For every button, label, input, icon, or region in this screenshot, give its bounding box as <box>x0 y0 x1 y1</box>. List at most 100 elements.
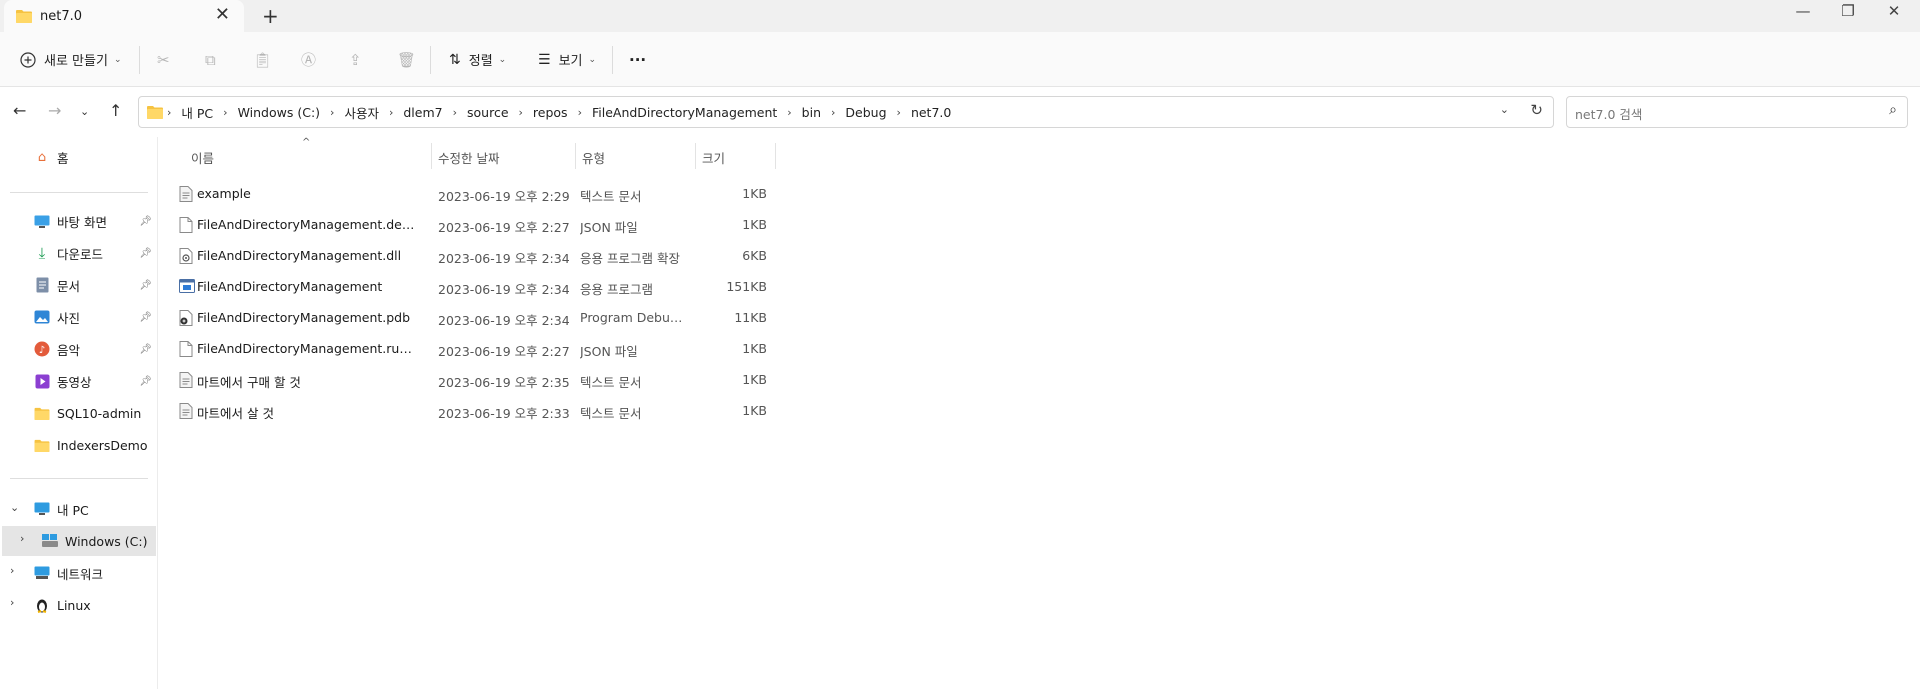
maximize-button[interactable]: ❐ <box>1828 2 1868 28</box>
chevron-down-icon: ⌄ <box>113 54 122 65</box>
sidebar-item-home[interactable]: ⌂ 홈 <box>0 142 158 172</box>
sidebar-item-music[interactable]: ♪ 음악 📌︎ <box>0 334 158 364</box>
breadcrumb-debug[interactable]: Debug <box>839 105 892 120</box>
sidebar-item-label: 네트워크 <box>57 566 104 582</box>
sidebar-item-this-pc[interactable]: ⌄ 내 PC <box>0 494 158 524</box>
file-name[interactable]: FileAndDirectoryManagement <box>197 279 417 294</box>
pin-icon[interactable]: 📌︎ <box>139 344 152 355</box>
breadcrumb-separator-icon[interactable]: › <box>574 106 586 119</box>
breadcrumb-separator-icon: › <box>167 105 172 119</box>
table-row[interactable]: FileAndDirectoryManagement.pdb 2023-06-19… <box>175 303 935 333</box>
copy-icon[interactable]: ⧉ <box>205 32 216 87</box>
sidebar-item-network[interactable]: › 네트워크 <box>0 558 158 588</box>
share-icon[interactable]: ⇪ <box>349 32 362 87</box>
new-button[interactable]: 새로 만들기 ⌄ <box>20 32 121 87</box>
column-divider[interactable] <box>575 143 576 169</box>
file-name[interactable]: 마트에서 살 것 <box>197 403 417 422</box>
delete-icon[interactable]: 🗑︎ <box>397 32 416 87</box>
breadcrumb-user[interactable]: dlem7 <box>397 105 448 120</box>
column-header-size[interactable]: 크기 <box>702 145 772 169</box>
music-icon: ♪ <box>34 341 50 357</box>
table-row[interactable]: 마트에서 살 것 2023-06-19 오후 2:33 텍스트 문서 1KB <box>175 396 935 426</box>
breadcrumb-separator-icon[interactable]: › <box>893 106 905 119</box>
breadcrumb-separator-icon[interactable]: › <box>783 106 795 119</box>
file-name[interactable]: 마트에서 구매 할 것 <box>197 372 417 391</box>
chevron-down-icon[interactable]: ⌄ <box>10 501 19 514</box>
recent-locations-chevron-icon[interactable]: ⌄ <box>80 105 89 118</box>
pin-icon[interactable]: 📌︎ <box>139 216 152 227</box>
breadcrumb-repos[interactable]: repos <box>527 105 574 120</box>
forward-arrow-icon[interactable]: → <box>48 101 61 120</box>
close-window-button[interactable]: ✕ <box>1874 2 1914 28</box>
refresh-icon[interactable]: ↻ <box>1530 101 1543 119</box>
column-header-modified[interactable]: 수정한 날짜 <box>438 145 568 169</box>
table-row[interactable]: FileAndDirectoryManagement.dll 2023-06-19… <box>175 241 935 271</box>
search-icon[interactable]: ⌕ <box>1889 102 1897 118</box>
table-row[interactable]: 마트에서 구매 할 것 2023-06-19 오후 2:35 텍스트 문서 1KB <box>175 365 935 395</box>
pin-icon[interactable]: 📌︎ <box>139 376 152 387</box>
column-header-type[interactable]: 유형 <box>582 145 692 169</box>
breadcrumb-this-pc[interactable]: 내 PC <box>175 103 219 122</box>
column-header-label: 수정한 날짜 <box>438 150 500 166</box>
breadcrumb-drive[interactable]: Windows (C:) <box>232 105 326 120</box>
table-row[interactable]: FileAndDirectoryManagement 2023-06-19 오후 … <box>175 272 935 302</box>
paste-icon[interactable]: 📋︎ <box>253 32 272 87</box>
address-history-chevron-icon[interactable]: ⌄ <box>1500 103 1509 116</box>
sidebar-item-downloads[interactable]: ⤓ 다운로드 📌︎ <box>0 238 158 268</box>
breadcrumb-separator-icon[interactable]: › <box>827 106 839 119</box>
column-header-name[interactable]: 이름 <box>191 145 431 169</box>
more-options-icon[interactable]: ··· <box>629 32 646 87</box>
breadcrumb-separator-icon[interactable]: › <box>326 106 338 119</box>
pin-icon[interactable]: 📌︎ <box>139 280 152 291</box>
sidebar-item-videos[interactable]: 동영상 📌︎ <box>0 366 158 396</box>
minimize-button[interactable]: — <box>1783 2 1823 28</box>
sidebar-item-indexersdemo[interactable]: IndexersDemo <box>0 430 158 460</box>
sidebar-item-windows-c[interactable]: › Windows (C:) <box>2 526 156 556</box>
tab-net7[interactable]: net7.0 ✕ <box>4 0 244 32</box>
new-tab-button[interactable]: + <box>262 4 279 28</box>
sidebar-item-label: 내 PC <box>57 502 89 518</box>
file-size: 1KB <box>742 403 767 418</box>
view-button[interactable]: ☰ 보기 ⌄ <box>538 32 596 87</box>
cut-icon[interactable]: ✂ <box>157 32 170 87</box>
chevron-right-icon[interactable]: › <box>20 532 24 545</box>
breadcrumb-separator-icon[interactable]: › <box>449 106 461 119</box>
breadcrumb-separator-icon[interactable]: › <box>515 106 527 119</box>
table-row[interactable]: example 2023-06-19 오후 2:29 텍스트 문서 1KB <box>175 179 935 209</box>
sidebar-item-pictures[interactable]: 사진 📌︎ <box>0 302 158 332</box>
pin-icon[interactable]: 📌︎ <box>139 312 152 323</box>
address-bar[interactable]: › 내 PC › Windows (C:) › 사용자 › dlem7 › so… <box>138 96 1554 128</box>
sort-button[interactable]: ⇅ 정렬 ⌄ <box>449 32 506 87</box>
breadcrumb-project[interactable]: FileAndDirectoryManagement <box>586 105 783 120</box>
breadcrumb-users[interactable]: 사용자 <box>338 103 385 122</box>
table-row[interactable]: FileAndDirectoryManagement.deps.json 2023… <box>175 210 935 240</box>
breadcrumb-separator-icon[interactable]: › <box>385 106 397 119</box>
chevron-right-icon[interactable]: › <box>10 596 14 609</box>
chevron-right-icon[interactable]: › <box>10 564 14 577</box>
table-row[interactable]: FileAndDirectoryManagement.runtimec... 20… <box>175 334 935 364</box>
sidebar-item-linux[interactable]: › Linux <box>0 590 158 620</box>
file-name[interactable]: FileAndDirectoryManagement.deps.json <box>197 217 417 232</box>
column-divider[interactable] <box>775 143 776 169</box>
file-name[interactable]: FileAndDirectoryManagement.runtimec... <box>197 341 417 356</box>
file-name[interactable]: example <box>197 186 417 201</box>
column-divider[interactable] <box>695 143 696 169</box>
breadcrumb-bin[interactable]: bin <box>796 105 827 120</box>
close-tab-icon[interactable]: ✕ <box>215 6 230 24</box>
search-box[interactable]: net7.0 검색 ⌕ <box>1566 96 1908 128</box>
back-arrow-icon[interactable]: ← <box>13 101 26 120</box>
column-divider[interactable] <box>431 143 432 169</box>
pdb-file-icon <box>179 310 193 326</box>
breadcrumb-source[interactable]: source <box>461 105 515 120</box>
breadcrumb-current[interactable]: net7.0 <box>905 105 957 120</box>
sidebar-item-desktop[interactable]: 바탕 화면 📌︎ <box>0 206 158 236</box>
sidebar-item-sql10-admin[interactable]: SQL10-admin <box>0 398 158 428</box>
breadcrumb-separator-icon[interactable]: › <box>219 106 231 119</box>
file-name[interactable]: FileAndDirectoryManagement.dll <box>197 248 417 263</box>
rename-icon[interactable]: Ⓐ <box>301 32 316 87</box>
pin-icon[interactable]: 📌︎ <box>139 248 152 259</box>
search-input[interactable]: net7.0 검색 <box>1575 104 1642 123</box>
up-arrow-icon[interactable]: ↑ <box>109 101 122 120</box>
file-name[interactable]: FileAndDirectoryManagement.pdb <box>197 310 417 325</box>
sidebar-item-documents[interactable]: 문서 📌︎ <box>0 270 158 300</box>
